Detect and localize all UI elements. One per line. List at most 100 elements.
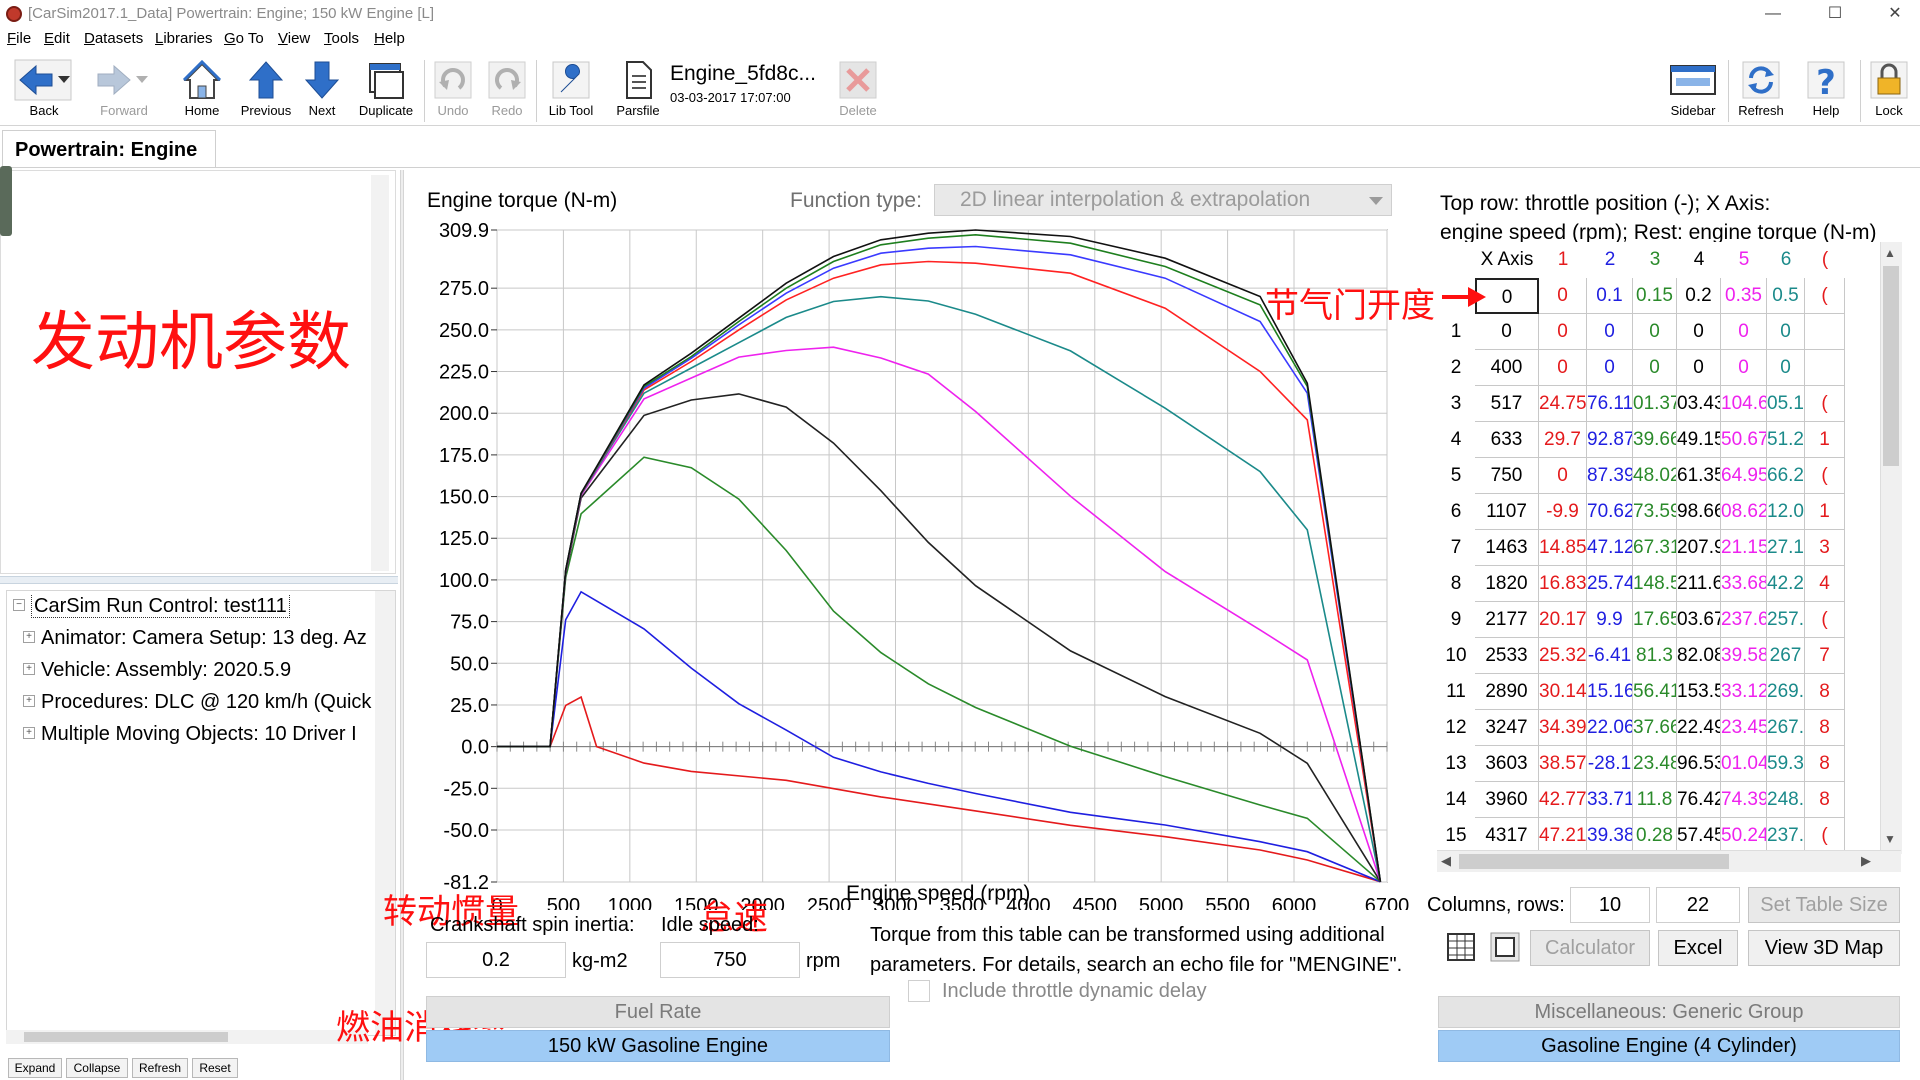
misc-group-select[interactable]: Gasoline Engine (4 Cylinder) (1438, 1030, 1900, 1062)
table-cell[interactable]: 153.5 (1677, 674, 1721, 710)
inertia-input[interactable]: 0.2 (426, 942, 566, 978)
panel-grip-handle[interactable] (0, 166, 12, 236)
table-cell[interactable]: 0 (1539, 314, 1587, 350)
table-cell[interactable]: 33.68 (1721, 566, 1767, 602)
table-cell[interactable]: 11.8 (1633, 782, 1677, 818)
table-cell[interactable]: 8 (1805, 782, 1845, 818)
table-cell[interactable]: 34.39 (1539, 710, 1587, 746)
table-cell[interactable]: 50.67 (1721, 422, 1767, 458)
help-button[interactable]: ? Help (1802, 58, 1850, 124)
table-cell[interactable]: 03.43 (1677, 386, 1721, 422)
tree-refresh-button[interactable]: Refresh (132, 1058, 188, 1078)
table-cell[interactable]: 61.35 (1677, 458, 1721, 494)
table-cell[interactable]: 211.6 (1677, 566, 1721, 602)
throttle-delay-checkbox[interactable] (908, 980, 930, 1002)
table-cell[interactable]: 67.31 (1633, 530, 1677, 566)
collapse-button[interactable]: Collapse (66, 1058, 128, 1078)
excel-button[interactable]: Excel (1658, 930, 1738, 966)
table-cell[interactable]: 1 (1805, 422, 1845, 458)
table-cell[interactable]: 0 (1475, 314, 1539, 350)
back-button[interactable]: Back (8, 58, 80, 124)
collapse-icon[interactable]: − (13, 598, 25, 611)
table-cell[interactable]: -6.41 (1587, 638, 1633, 674)
table-cell[interactable]: 29.7 (1539, 422, 1587, 458)
table-cell[interactable]: 0 (1539, 458, 1587, 494)
table-cell[interactable]: 39.58 (1721, 638, 1767, 674)
table-horizontal-scrollbar[interactable]: ◀ ▶ (1437, 850, 1901, 872)
table-cell[interactable]: 0 (1677, 314, 1721, 350)
table-cell[interactable]: 33.12 (1721, 674, 1767, 710)
table-cell[interactable]: 74.39 (1721, 782, 1767, 818)
menu-goto[interactable]: Go To (224, 30, 264, 47)
table-cell[interactable]: 76.11 (1587, 386, 1633, 422)
table-cell[interactable]: 50.24 (1721, 818, 1767, 854)
table-cell[interactable]: 0 (1539, 278, 1587, 314)
table-cell[interactable]: 47.21 (1539, 818, 1587, 854)
table-cell[interactable]: 2177 (1475, 602, 1539, 638)
table-cell[interactable]: 47.12 (1587, 530, 1633, 566)
scrollbar-thumb[interactable] (1459, 854, 1729, 869)
table-cell[interactable]: 48.02 (1633, 458, 1677, 494)
table-cell[interactable]: 12.02 (1767, 494, 1805, 530)
single-cell-icon[interactable] (1490, 930, 1520, 964)
table-cell[interactable]: 3247 (1475, 710, 1539, 746)
table-cell[interactable]: 269.9 (1767, 674, 1805, 710)
table-cell[interactable]: 22.49 (1677, 710, 1721, 746)
menu-view[interactable]: View (278, 30, 310, 47)
table-cell[interactable]: 400 (1475, 350, 1539, 386)
scrollbar-thumb[interactable] (1883, 266, 1899, 466)
home-button[interactable]: Home (178, 58, 226, 124)
table-cell[interactable]: 257.46 (1767, 602, 1805, 638)
table-cell[interactable]: 76.42 (1677, 782, 1721, 818)
table-cell[interactable]: 81.3 (1633, 638, 1677, 674)
table-cell[interactable]: 267.32 (1767, 710, 1805, 746)
table-cell[interactable]: -28.1 (1587, 746, 1633, 782)
dataset-name[interactable]: Engine_5fd8c... (670, 62, 816, 86)
menu-edit[interactable]: Edit (44, 30, 70, 47)
parsfile-button[interactable]: Parsfile (612, 58, 664, 124)
table-cell[interactable]: 73.59 (1633, 494, 1677, 530)
table-cell[interactable]: 0 (1587, 350, 1633, 386)
table-cell[interactable]: 64.95 (1721, 458, 1767, 494)
table-cell[interactable]: 9.9 (1587, 602, 1633, 638)
table-cell[interactable]: 8 (1805, 710, 1845, 746)
table-cell[interactable]: ( (1805, 278, 1845, 314)
table-cell[interactable]: 0.28 (1633, 818, 1677, 854)
table-cell[interactable]: 0 (1587, 314, 1633, 350)
table-cell[interactable]: 03.67 (1677, 602, 1721, 638)
table-cell[interactable]: 59.38 (1767, 746, 1805, 782)
menu-tools[interactable]: Tools (324, 30, 359, 47)
menu-libraries[interactable]: Libraries (155, 30, 213, 47)
notes-scrollbar[interactable] (371, 175, 389, 571)
table-cell[interactable]: 4 (1805, 566, 1845, 602)
table-cell[interactable]: -9.9 (1539, 494, 1587, 530)
table-cell[interactable]: 15.16 (1587, 674, 1633, 710)
table-cell[interactable]: 23.45 (1721, 710, 1767, 746)
tree-item-animator[interactable]: + Animator: Camera Setup: 13 deg. Az (23, 627, 373, 650)
table-grid-icon[interactable] (1446, 930, 1476, 964)
maximize-button[interactable]: ☐ (1812, 0, 1858, 28)
table-cell[interactable]: 57.45 (1677, 818, 1721, 854)
table-cell[interactable]: 0 (1767, 314, 1805, 350)
menu-help[interactable]: Help (374, 30, 405, 47)
table-cell[interactable]: 148.5 (1633, 566, 1677, 602)
fuel-rate-select[interactable]: 150 kW Gasoline Engine (426, 1030, 890, 1062)
table-cell[interactable]: 1107 (1475, 494, 1539, 530)
table-cell[interactable]: 92.87 (1587, 422, 1633, 458)
table-cell[interactable]: 25.74 (1587, 566, 1633, 602)
table-cell[interactable]: 87.39 (1587, 458, 1633, 494)
table-cell[interactable]: 01.37 (1633, 386, 1677, 422)
table-cell[interactable]: 3 (1805, 530, 1845, 566)
table-cell[interactable]: 05.18 (1767, 386, 1805, 422)
chevron-up-icon[interactable]: ▲ (1884, 246, 1896, 260)
view-3d-map-button[interactable]: View 3D Map (1748, 930, 1900, 966)
delete-button[interactable]: Delete (832, 58, 884, 124)
table-cell[interactable]: 27.15 (1767, 530, 1805, 566)
table-cell[interactable]: 7 (1805, 638, 1845, 674)
tree-item-procedures[interactable]: + Procedures: DLC @ 120 km/h (Quick (23, 691, 373, 714)
expand-icon[interactable]: + (23, 694, 35, 707)
chevron-right-icon[interactable]: ▶ (1861, 853, 1871, 869)
table-cell[interactable]: 20.17 (1539, 602, 1587, 638)
table-cell[interactable]: 25.32 (1539, 638, 1587, 674)
table-cell[interactable]: 33.71 (1587, 782, 1633, 818)
